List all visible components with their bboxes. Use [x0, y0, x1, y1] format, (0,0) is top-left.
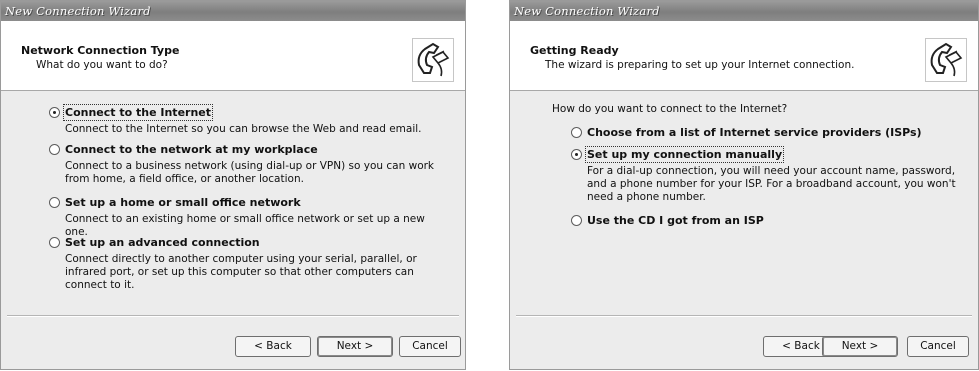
window-title: New Connection Wizard: [514, 4, 660, 18]
option-label: Set up an advanced connection: [65, 236, 260, 249]
option-label: Connect to the network at my workplace: [65, 143, 318, 156]
header-title: Network Connection Type: [21, 44, 180, 57]
radio-button[interactable]: [571, 127, 582, 138]
option-home-office-network[interactable]: Set up a home or small office network Co…: [49, 196, 449, 238]
wizard-header: Getting Ready The wizard is preparing to…: [510, 21, 978, 91]
wizard-window-getting-ready: New Connection Wizard Getting Ready The …: [509, 0, 979, 370]
header-title: Getting Ready: [530, 44, 619, 57]
title-bar[interactable]: New Connection Wizard: [510, 1, 978, 21]
option-label: Connect to the Internet: [62, 104, 214, 121]
option-use-isp-cd[interactable]: Use the CD I got from an ISP: [571, 214, 961, 230]
wizard-body: How do you want to connect to the Intern…: [510, 91, 978, 316]
wizard-body: Connect to the Internet Connect to the I…: [1, 91, 465, 316]
header-subtitle: The wizard is preparing to set up your I…: [545, 59, 855, 71]
next-button[interactable]: Next >: [317, 336, 393, 357]
button-separator: [7, 315, 459, 317]
cancel-button[interactable]: Cancel: [907, 336, 969, 357]
connect-prompt: How do you want to connect to the Intern…: [552, 103, 788, 115]
back-button[interactable]: < Back: [235, 336, 311, 357]
option-description: Connect directly to another computer usi…: [65, 253, 417, 291]
option-connect-workplace[interactable]: Connect to the network at my workplace C…: [49, 143, 449, 189]
option-choose-isp-list[interactable]: Choose from a list of Internet service p…: [571, 126, 961, 142]
option-description: Connect to a business network (using dia…: [65, 160, 435, 185]
radio-button[interactable]: [49, 237, 60, 248]
cancel-button[interactable]: Cancel: [399, 336, 461, 357]
window-title: New Connection Wizard: [5, 4, 151, 18]
radio-button[interactable]: [49, 197, 60, 208]
phone-network-icon: [925, 38, 967, 82]
radio-button[interactable]: [49, 107, 60, 118]
radio-button[interactable]: [571, 149, 582, 160]
header-subtitle: What do you want to do?: [36, 59, 168, 71]
option-label: Set up my connection manually: [584, 146, 785, 163]
option-description: Connect to the Internet so you can brows…: [65, 123, 422, 135]
option-description: For a dial-up connection, you will need …: [587, 165, 956, 203]
wizard-header: Network Connection Type What do you want…: [1, 21, 465, 91]
radio-button[interactable]: [49, 144, 60, 155]
next-button[interactable]: Next >: [822, 336, 898, 357]
button-separator: [516, 315, 972, 317]
radio-button[interactable]: [571, 215, 582, 226]
option-connect-internet[interactable]: Connect to the Internet Connect to the I…: [49, 104, 449, 138]
phone-network-icon: [412, 38, 454, 82]
option-advanced-connection[interactable]: Set up an advanced connection Connect di…: [49, 236, 449, 291]
wizard-window-network-connection-type: New Connection Wizard Network Connection…: [0, 0, 466, 370]
option-label: Use the CD I got from an ISP: [587, 214, 764, 227]
option-setup-manually[interactable]: Set up my connection manually For a dial…: [571, 146, 961, 208]
title-bar[interactable]: New Connection Wizard: [1, 1, 465, 21]
option-label: Set up a home or small office network: [65, 196, 301, 209]
option-label: Choose from a list of Internet service p…: [587, 126, 922, 139]
